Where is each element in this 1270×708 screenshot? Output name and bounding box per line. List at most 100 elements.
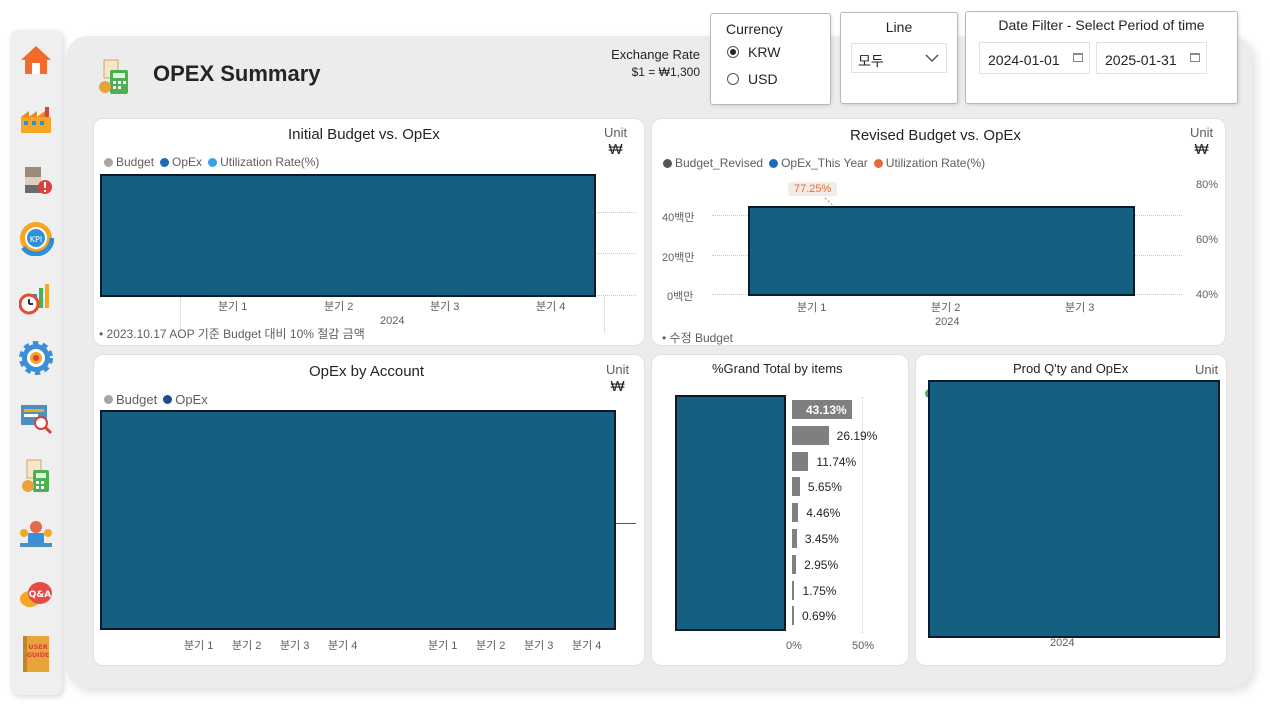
gridline xyxy=(594,212,636,213)
exchange-rate-label: Exchange Rate xyxy=(611,47,700,62)
initial-budget-card: Initial Budget vs. OpEx Unit ₩ Budget Op… xyxy=(93,118,645,346)
factory-icon[interactable] xyxy=(18,102,54,138)
bar-data-label: 2.95% xyxy=(804,557,839,572)
bar[interactable] xyxy=(792,606,794,626)
x-tick-label: 분기 1 xyxy=(428,640,458,652)
radio-selected-icon xyxy=(727,46,739,58)
initial-budget-title: Initial Budget vs. OpEx xyxy=(288,126,440,143)
legend-item[interactable]: Budget xyxy=(104,392,157,407)
start-date-input[interactable]: 2024-01-01 xyxy=(979,42,1090,74)
legend-dot-icon xyxy=(873,158,883,168)
x-tick-label: 분기 1 xyxy=(218,301,248,313)
opex-by-account-title: OpEx by Account xyxy=(309,363,425,380)
svg-text:GUIDE: GUIDE xyxy=(27,651,50,659)
bar-data-label: 3.45% xyxy=(804,532,839,546)
bar[interactable] xyxy=(792,503,799,523)
legend-label: OpEx xyxy=(172,155,203,169)
x-tick-label: 0% xyxy=(786,640,802,652)
legend-item[interactable]: Budget xyxy=(104,155,154,169)
legend-item[interactable]: Utilization Rate(%) xyxy=(208,155,319,169)
x-tick-label: 분기 2 xyxy=(232,640,262,652)
unit-symbol: ₩ xyxy=(1194,141,1209,158)
x-tick-label: 분기 4 xyxy=(536,301,566,313)
bar-data-label: 26.19% xyxy=(836,428,878,443)
x-tick-label: 분기 2 xyxy=(931,302,961,314)
bar[interactable] xyxy=(792,554,797,574)
bar-chart-clock-icon[interactable] xyxy=(18,280,54,316)
settings-gear-icon[interactable] xyxy=(18,340,54,376)
currency-option-usd[interactable]: USD xyxy=(727,71,778,87)
legend-item[interactable]: Utilization Rate(%) xyxy=(873,156,985,170)
grand-total-card: %Grand Total by items 43.13% 26.19% 11.74%… xyxy=(651,354,909,666)
start-date-value: 2024-01-01 xyxy=(988,52,1060,68)
x-tick-label: 분기 3 xyxy=(1065,302,1095,314)
x-tick-label: 분기 2 xyxy=(476,640,506,652)
visual-placeholder-overlay xyxy=(100,174,596,297)
currency-option-krw-label: KRW xyxy=(748,44,781,60)
axis-line xyxy=(614,523,636,524)
bar-data-label: 5.65% xyxy=(807,480,842,495)
y-right-tick-label: 60% xyxy=(1196,234,1219,246)
user-guide-book-icon[interactable]: USER GUIDE xyxy=(18,636,54,672)
x-year-label: 2024 xyxy=(380,315,405,327)
x-tick-label: 분기 4 xyxy=(572,640,602,652)
qa-chat-icon[interactable]: Q&A xyxy=(18,578,54,614)
legend-label: Budget xyxy=(116,392,158,407)
end-date-input[interactable]: 2025-01-31 xyxy=(1096,42,1207,74)
date-filter: Date Filter - Select Period of time 2024… xyxy=(965,11,1238,104)
radio-unselected-icon xyxy=(727,73,739,85)
gridline xyxy=(594,295,636,296)
home-icon[interactable] xyxy=(18,42,54,78)
bar[interactable] xyxy=(792,580,795,600)
kpi-gauge-icon[interactable]: KPI xyxy=(18,220,54,256)
legend-dot-icon xyxy=(104,157,113,167)
calendar-icon xyxy=(1190,53,1200,62)
line-filter: Line 모두 xyxy=(840,12,958,104)
unit-label: Unit xyxy=(606,362,630,377)
opex-summary-icon xyxy=(96,58,132,101)
bar[interactable] xyxy=(792,477,800,497)
bar-data-label: 4.46% xyxy=(806,506,841,521)
legend-item[interactable]: Budget_Revised xyxy=(663,156,763,170)
prod-qty-card: Prod Q'ty and OpEx Unit 2024 xyxy=(915,354,1227,666)
unit-label: Unit xyxy=(1190,125,1214,140)
legend-label: OpEx xyxy=(175,392,208,407)
currency-filter-title: Currency xyxy=(726,21,783,37)
x-tick-label: 50% xyxy=(852,640,875,652)
x-year-label: 2024 xyxy=(935,316,960,328)
currency-option-krw[interactable]: KRW xyxy=(727,44,780,60)
legend-dot-icon xyxy=(208,157,218,167)
unit-label: Unit xyxy=(604,125,628,140)
legend-dot-icon xyxy=(163,395,173,404)
initial-unit: Unit ₩ xyxy=(604,124,627,158)
legend-item[interactable]: OpEx_This Year xyxy=(769,156,868,170)
bar[interactable] xyxy=(792,529,797,548)
legend-item[interactable]: OpEx xyxy=(160,155,202,169)
line-dropdown[interactable]: 모두 xyxy=(851,43,947,73)
line-filter-title: Line xyxy=(885,19,913,35)
x-tick-label: 분기 2 xyxy=(324,301,354,313)
opex-calculator-icon[interactable] xyxy=(18,458,54,494)
bar[interactable] xyxy=(792,451,809,471)
x-tick-label: 분기 3 xyxy=(524,640,554,652)
search-report-icon[interactable] xyxy=(18,400,54,436)
legend-label: Budget_Revised xyxy=(675,156,764,170)
visual-placeholder-overlay xyxy=(748,206,1135,296)
unit-symbol: ₩ xyxy=(610,378,625,395)
calendar-icon xyxy=(1073,53,1083,62)
y-left-tick-label: 40백만 xyxy=(662,212,695,224)
initial-footnote: • 2023.10.17 AOP 기준 Budget 대비 10% 절감 금액 xyxy=(99,327,365,341)
revised-footnote: • 수정 Budget xyxy=(662,331,733,345)
materials-alert-icon[interactable] xyxy=(18,162,54,198)
bar[interactable] xyxy=(792,425,829,445)
date-filter-title: Date Filter - Select Period of time xyxy=(998,17,1205,33)
team-meeting-icon[interactable] xyxy=(18,518,54,554)
y-right-tick-label: 40% xyxy=(1196,289,1219,301)
legend-dot-icon xyxy=(663,158,672,168)
page-title: OPEX Summary xyxy=(153,61,321,86)
legend-item[interactable]: OpEx xyxy=(163,392,208,407)
grand-total-title: %Grand Total by items xyxy=(712,361,843,376)
revised-legend: Budget_Revised OpEx_This Year Utilizatio… xyxy=(663,156,985,170)
end-date-value: 2025-01-31 xyxy=(1105,52,1177,68)
bar-data-label: 11.74% xyxy=(816,454,857,469)
